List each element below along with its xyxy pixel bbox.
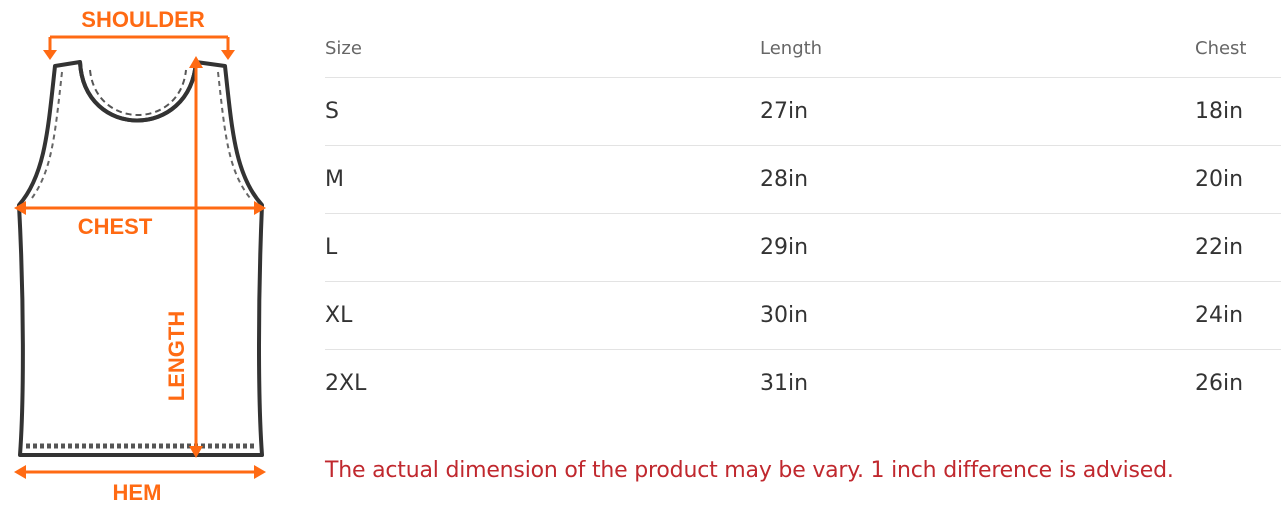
length-label: LENGTH [164,311,189,401]
header-size: Size [325,20,760,78]
table-row: S 27in 18in [325,77,1281,146]
table-row: M 28in 20in [325,145,1281,214]
tank-top-illustration: SHOULDER CHEST LENGTH HEM [14,7,266,505]
table-header-row: Size Length Chest [325,20,1281,78]
cell-length: 27in [760,77,1195,146]
cell-chest: 24in [1195,281,1281,350]
table-row: L 29in 22in [325,213,1281,282]
size-chart-table: Size Length Chest S 27in 18in M 28in 20i… [325,20,1281,417]
cell-length: 31in [760,371,809,396]
header-length: Length [760,20,1195,78]
header-chest: Chest [1195,20,1281,78]
cell-chest: 26in [1195,371,1244,396]
hem-label: HEM [113,480,162,505]
cell-length: 30in [760,281,1195,350]
cell-size: XL [325,281,760,350]
cell-size: S [325,77,760,146]
cell-chest: 22in [1195,213,1281,282]
cell-size: M [325,145,760,214]
chest-label: CHEST [78,214,153,239]
cell-chest: 18in [1195,77,1281,146]
cell-size: 2XL [325,371,367,396]
cell-length: 28in [760,145,1195,214]
cell-chest: 20in [1195,145,1281,214]
tank-top-diagram: SHOULDER CHEST LENGTH HEM [0,0,290,525]
cell-length: 29in [760,213,1195,282]
table-row: XL 30in 24in [325,281,1281,350]
cell-size: L [325,213,760,282]
table-row: 2XL 31in 26in [325,350,1281,418]
disclaimer-note: The actual dimension of the product may … [325,458,1174,483]
shoulder-label: SHOULDER [81,7,205,32]
